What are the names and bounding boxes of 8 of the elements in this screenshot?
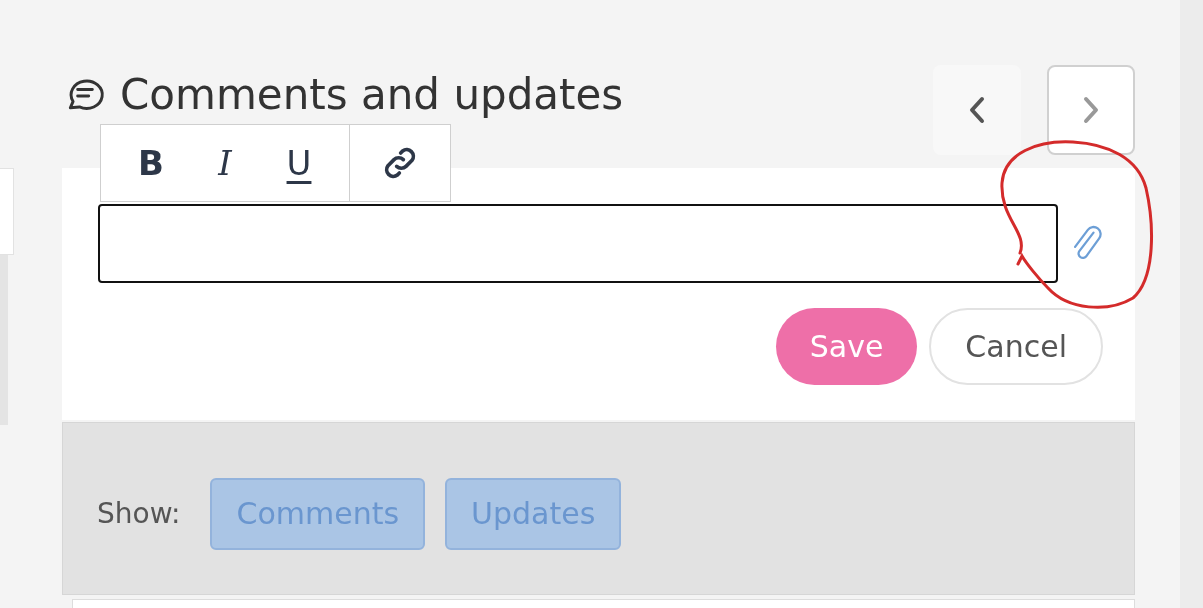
next-button[interactable]: [1047, 65, 1135, 155]
comment-field[interactable]: [98, 204, 1058, 283]
bold-button[interactable]: B: [117, 133, 185, 193]
cancel-button[interactable]: Cancel: [929, 308, 1103, 385]
underline-button[interactable]: U: [265, 133, 333, 193]
filter-label: Show:: [97, 497, 181, 530]
section-title: Comments and updates: [120, 71, 624, 119]
italic-button[interactable]: I: [191, 133, 259, 193]
